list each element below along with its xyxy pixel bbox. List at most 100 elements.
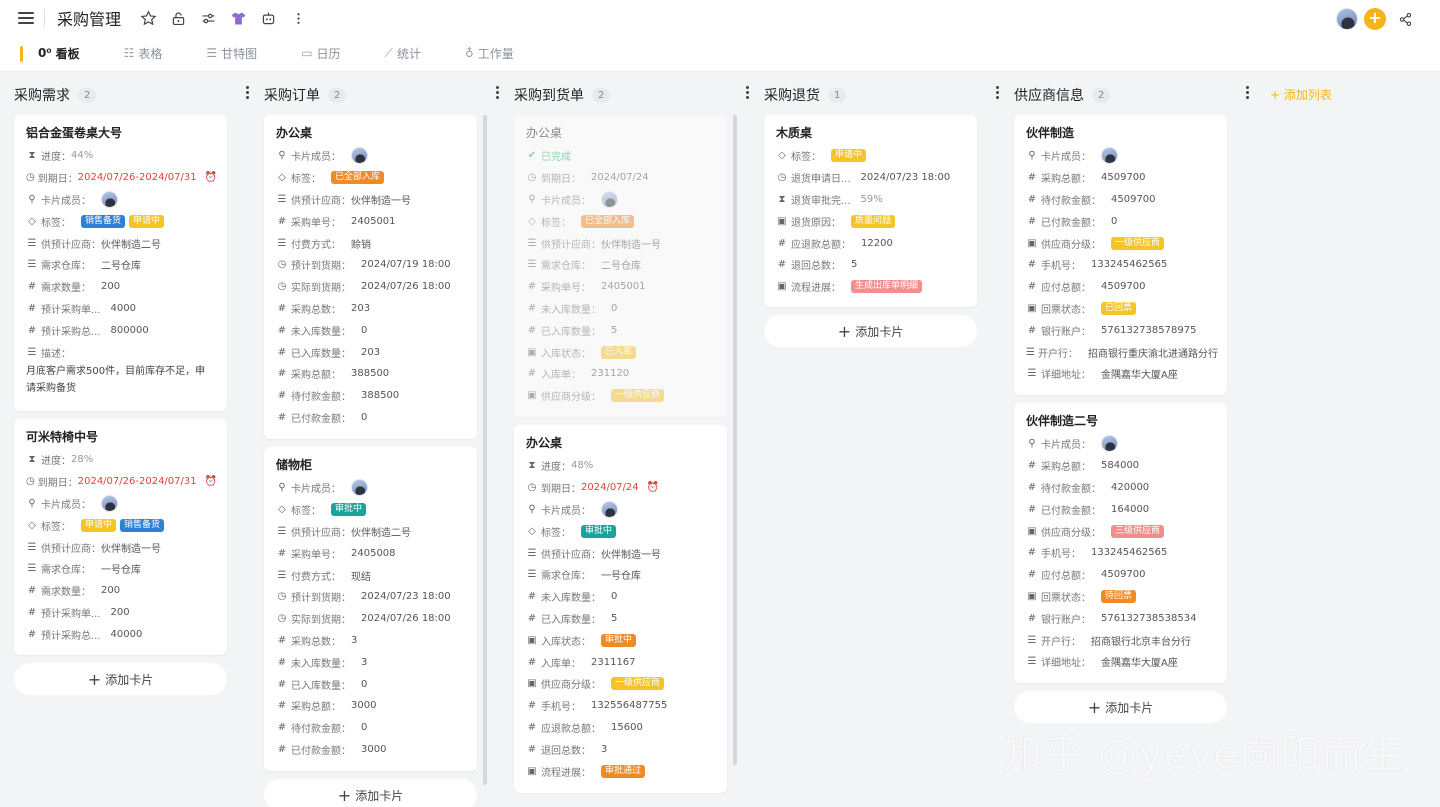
field-member: ⚲ 卡片成员： [526, 189, 715, 211]
more-vertical-icon[interactable] [285, 5, 311, 31]
member-avatar[interactable] [351, 479, 368, 497]
field-bank: ☰ 开户行： 招商银行重庆渝北进通路分行 [1026, 341, 1218, 363]
card[interactable]: 储物柜 ⚲ 卡片成员： ◇ 标签： 审批中 ☰ 供预计应商： 伙伴制造二号 # 采购单号： 2… [264, 447, 477, 771]
field-value: 伙伴制造一号 [101, 543, 161, 555]
field-value: 132556487755 [591, 700, 668, 712]
field-total: # 预计采购总... 40000 [26, 623, 215, 645]
tab-gantt[interactable]: ☰ 甘特图 [206, 45, 257, 62]
lock-icon[interactable] [165, 5, 191, 31]
tab-table[interactable]: ☷ 表格 [124, 45, 163, 62]
add-list-button[interactable]: + 添加列表 [1270, 86, 1332, 103]
add-card-button[interactable]: + 添加卡片 [1014, 691, 1227, 723]
field-due: ◷ 到期日： 2024/07/24 ⏰ [526, 477, 715, 499]
column-count: 2 [1092, 87, 1111, 103]
tag: 质量问题 [851, 214, 896, 228]
field-amount: # 采购总额： 388500 [276, 363, 465, 385]
number-icon: # [1027, 612, 1037, 624]
field-refund: # 应退款总额： 12200 [776, 232, 965, 254]
add-member-icon[interactable]: + [1364, 8, 1386, 30]
column-header[interactable]: 采购订单 2 [264, 86, 500, 104]
field-label: 回票状态： [1041, 592, 1091, 604]
column-header[interactable]: 采购到货单 2 [514, 86, 750, 104]
field-tags: ◇ 标签： 销售备货 申请中 [26, 210, 215, 232]
card[interactable]: 办公桌 ⧗ 进度： 48% ◷ 到期日： 2024/07/24 ⏰ ⚲ 卡片成员： ◇ 标签：… [514, 425, 727, 793]
column-menu-icon[interactable] [994, 86, 1000, 99]
column-menu-icon[interactable] [494, 86, 500, 99]
field-label: 付费方式： [291, 571, 341, 583]
field-value: 164000 [1111, 503, 1150, 515]
member-avatar[interactable] [101, 494, 118, 512]
column-header[interactable]: 采购需求 2 [14, 86, 250, 104]
card[interactable]: 办公桌 ⚲ 卡片成员： ◇ 标签： 已全部入库 ☰ 供预计应商： 伙伴制造一号 # 采购单号… [264, 115, 477, 439]
field-reason: ▣ 退货原因： 质量问题 [776, 210, 965, 232]
field-label: 卡片成员： [41, 195, 91, 207]
field-label: 已付款金额： [1041, 505, 1101, 517]
menu-icon[interactable] [18, 12, 34, 24]
card[interactable]: 伙伴制造 ⚲ 卡片成员： # 采购总额： 4509700 # 待付款金额： 4509700… [1014, 115, 1227, 395]
star-icon[interactable] [135, 5, 161, 31]
field-label: 应退款总额： [791, 239, 851, 251]
column-header[interactable]: 采购退货 1 [764, 86, 1000, 104]
alarm-icon: ⏰ [204, 476, 218, 488]
column-menu-icon[interactable] [244, 86, 250, 99]
field-label: 采购总额： [291, 702, 341, 714]
column-menu-icon[interactable] [1244, 86, 1250, 99]
add-card-button[interactable]: + 添加卡片 [764, 315, 977, 347]
settings-sliders-icon[interactable] [195, 5, 221, 31]
card[interactable]: 办公桌 ✔ 已完成 ◷ 到期日： 2024/07/24 ⚲ 卡片成员： ◇ 标签： 已全部入… [514, 115, 727, 417]
magic-shirt-icon[interactable] [225, 5, 251, 31]
top-bar: 采购管理 + 0⁰ 看板 ☷ 表格 ☰ 甘特图 ▭ 日历 ⟋ 统计 ♁ 工作量 [0, 0, 1440, 72]
number-icon: # [277, 743, 287, 755]
column-scrollbar[interactable] [483, 115, 487, 785]
user-avatar[interactable] [1336, 8, 1358, 30]
member-avatar[interactable] [1101, 435, 1118, 453]
card[interactable]: 铝合金蛋卷桌大号 ⧗ 进度： 44% ◷ 到期日： 2024/07/26-2024/07… [14, 115, 227, 411]
hourglass-icon: ⧗ [28, 150, 36, 162]
share-icon[interactable] [1392, 6, 1418, 32]
field-member: ⚲ 卡片成员： [526, 499, 715, 521]
field-progress: ⧗ 进度： 44% [26, 145, 215, 167]
clock-icon: ◷ [26, 172, 35, 184]
column-scrollbar[interactable] [733, 115, 737, 765]
field-not-in: # 未入库数量： 3 [276, 651, 465, 673]
field-value: 4509700 [1101, 172, 1146, 184]
field-payable: # 应付总额： 4509700 [1026, 276, 1215, 298]
select-icon: ▣ [527, 346, 537, 358]
column-menu-icon[interactable] [744, 86, 750, 99]
field-member: ⚲ 卡片成员： [1026, 145, 1215, 167]
add-card-button[interactable]: + 添加卡片 [14, 663, 227, 695]
member-avatar[interactable] [1101, 147, 1118, 165]
card-title: 储物柜 [276, 458, 313, 472]
field-label: 预计到货期： [291, 261, 351, 273]
field-label: 已付款金额： [291, 413, 351, 425]
number-icon: # [277, 656, 287, 668]
tab-stats[interactable]: ⟋ 统计 [385, 45, 421, 62]
column-name: 采购到货单 [514, 88, 584, 104]
tab-calendar[interactable]: ▭ 日历 [301, 45, 340, 62]
field-supplier: ☰ 供预计应商： 伙伴制造一号 [526, 232, 715, 254]
tab-workload[interactable]: ♁ 工作量 [465, 45, 514, 62]
member-avatar[interactable] [351, 147, 368, 165]
tab-kanban[interactable]: 0⁰ 看板 [38, 45, 80, 62]
robot-icon[interactable] [255, 5, 281, 31]
field-label: 入库单： [541, 370, 581, 382]
field-label: 到期日： [37, 478, 78, 490]
field-label: 银行账户： [1041, 614, 1091, 626]
member-avatar[interactable] [601, 190, 618, 208]
field-value: 40000 [110, 628, 143, 640]
field-label: 待付款金额： [1041, 195, 1101, 207]
field-label: 需求数量： [41, 283, 91, 295]
number-icon: # [527, 743, 537, 755]
card[interactable]: 可米特椅中号 ⧗ 进度： 28% ◷ 到期日： 2024/07/26-2024/07/3… [14, 419, 227, 655]
card[interactable]: 木质桌 ◇ 标签： 申请中 ◷ 退货申请日... 2024/07/23 18:00 ⧗ 退… [764, 115, 977, 307]
tag: 待回票 [1101, 589, 1137, 603]
field-label: 手机号： [1041, 549, 1081, 561]
member-avatar[interactable] [601, 500, 618, 518]
add-list-label: 添加列表 [1283, 88, 1332, 102]
member-avatar[interactable] [101, 190, 118, 208]
column-header[interactable]: 供应商信息 2 [1014, 86, 1250, 104]
field-value: 赊销 [351, 239, 371, 251]
add-card-button[interactable]: + 添加卡片 [264, 779, 477, 807]
card[interactable]: 伙伴制造二号 ⚲ 卡片成员： # 采购总额： 584000 # 待付款金额： 420000… [1014, 403, 1227, 683]
tag: 申请中 [129, 214, 165, 228]
